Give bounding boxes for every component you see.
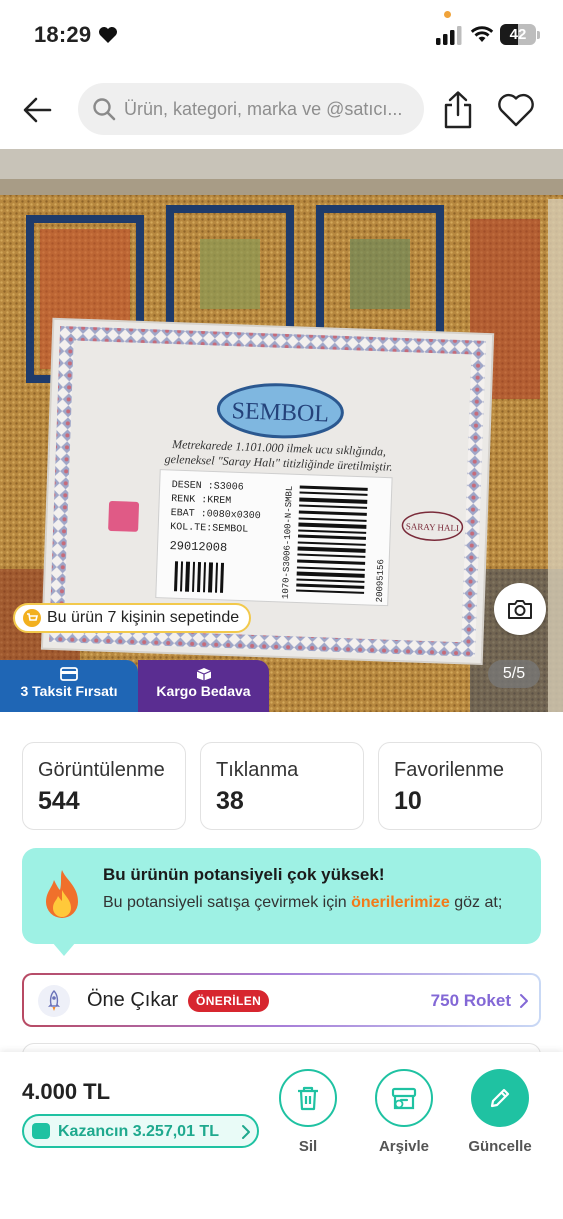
label-serial: 20095156: [375, 559, 387, 603]
free-shipping-tag[interactable]: Kargo Bedava: [138, 660, 269, 712]
archive-button[interactable]: Arşivle: [359, 1069, 449, 1179]
battery-icon: 42: [500, 24, 536, 45]
chevron-right-icon: [520, 994, 528, 1008]
stat-card-clicks: Tıklanma 38: [200, 742, 364, 830]
in-cart-badge: Bu ürün 7 kişinin sepetinde: [13, 603, 252, 633]
stat-value: 10: [394, 787, 422, 815]
package-icon: [196, 668, 211, 681]
delete-label: Sil: [298, 1138, 318, 1155]
stat-card-favorites: Favorilenme 10: [378, 742, 542, 830]
wifi-icon: [470, 26, 494, 42]
search-placeholder: Ürün, kategori, marka ve @satıcı...: [124, 99, 403, 119]
delete-button[interactable]: Sil: [263, 1069, 353, 1179]
rocket-icon: [38, 985, 70, 1017]
stat-label: Tıklanma: [216, 759, 299, 781]
image-counter: 5/5: [488, 660, 540, 688]
battery-level: 42: [509, 26, 527, 43]
trash-icon: [298, 1086, 318, 1111]
potential-description: Bu potansiyeli satışa çevirmek için öner…: [103, 893, 523, 913]
favorite-heart-icon[interactable]: [496, 91, 536, 129]
heart-status-icon: [99, 27, 117, 43]
stat-label: Görüntülenme: [38, 759, 165, 781]
promote-button[interactable]: Öne Çıkar ÖNERİLEN 750 Roket: [22, 973, 541, 1027]
share-icon[interactable]: [440, 90, 476, 130]
chevron-right-icon: [242, 1125, 250, 1139]
bottom-action-bar: 4.000 TL Kazancın 3.257,01 TL Sil Arşivl…: [0, 1052, 563, 1219]
update-button[interactable]: Güncelle: [455, 1069, 545, 1179]
camera-icon: [508, 600, 532, 619]
stat-card-views: Görüntülenme 544: [22, 742, 186, 830]
status-time: 18:29: [34, 22, 92, 47]
earnings-pill[interactable]: Kazancın 3.257,01 TL: [22, 1114, 259, 1148]
search-icon: [93, 98, 116, 121]
label-renk: RENK :KREM: [171, 494, 231, 507]
free-shipping-label: Kargo Bedava: [156, 683, 251, 699]
privacy-indicator-dot: [444, 11, 451, 18]
back-arrow-icon[interactable]: [20, 92, 56, 128]
pencil-icon: [490, 1088, 510, 1108]
label-number: 29012008: [169, 539, 227, 555]
product-detail-screen: 18:29 42 Ürün, kategori, marka ve @satıc…: [0, 0, 563, 1219]
recommendations-link[interactable]: önerilerimize: [351, 894, 450, 911]
recommended-badge: ÖNERİLEN: [188, 990, 270, 1012]
promote-label: Öne Çıkar: [87, 989, 179, 1011]
fire-icon: [46, 870, 78, 918]
in-cart-text: Bu ürün 7 kişinin sepetinde: [47, 609, 240, 626]
potential-desc-text: Bu potansiyeli satışa çevirmek için: [103, 894, 352, 911]
credit-card-icon: [60, 667, 78, 681]
update-label: Güncelle: [468, 1138, 532, 1155]
product-price: 4.000 TL: [22, 1079, 111, 1104]
potential-banner: Bu ürünün potansiyeli çok yüksek! Bu pot…: [22, 848, 541, 944]
stat-value: 544: [38, 787, 80, 815]
camera-button[interactable]: [494, 583, 546, 635]
stat-value: 38: [216, 787, 244, 815]
label-brand: SEMBOL: [231, 398, 329, 427]
potential-title: Bu ürünün potansiyeli çok yüksek!: [103, 865, 385, 884]
rocket-price: 750 Roket: [430, 991, 511, 1010]
installment-label: 3 Taksit Fırsatı: [20, 683, 118, 699]
archive-label: Arşivle: [378, 1138, 430, 1155]
installment-tag[interactable]: 3 Taksit Fırsatı: [0, 660, 138, 712]
archive-icon: [391, 1087, 417, 1110]
cart-icon: [23, 609, 41, 627]
search-input[interactable]: Ürün, kategori, marka ve @satıcı...: [78, 83, 424, 135]
potential-banner-tail: [52, 942, 76, 956]
potential-desc-tail: göz at;: [449, 894, 503, 911]
stat-label: Favorilenme: [394, 759, 505, 781]
battery-tip: [537, 31, 540, 39]
cellular-signal-icon: [436, 26, 462, 45]
label-saray: SARAY HALI: [406, 521, 459, 533]
wallet-icon: [32, 1123, 50, 1139]
status-bar: 18:29 42: [0, 0, 563, 70]
earnings-text: Kazancın 3.257,01 TL: [58, 1123, 219, 1140]
